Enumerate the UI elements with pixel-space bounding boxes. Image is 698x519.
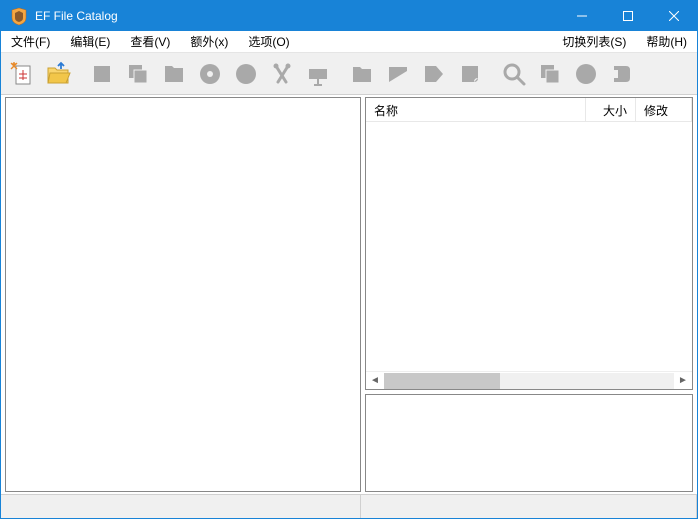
window-controls [559,1,697,31]
circle-button[interactable] [229,57,263,91]
list-header: 名称 大小 修改 [366,98,692,122]
scroll-track[interactable] [384,373,674,389]
copy-button[interactable] [121,57,155,91]
stop-button[interactable] [85,57,119,91]
menu-edit[interactable]: 编辑(E) [60,31,120,52]
properties-button[interactable] [533,57,567,91]
menu-options[interactable]: 选项(O) [238,31,299,52]
scroll-right-icon[interactable]: ► [674,372,692,390]
statusbar [1,494,697,518]
scroll-left-icon[interactable]: ◄ [366,372,384,390]
tree-pane[interactable] [5,97,361,492]
app-icon [9,6,29,26]
column-modified[interactable]: 修改 [636,98,692,121]
menu-switch-list[interactable]: 切换列表(S) [552,31,636,52]
note-button[interactable] [453,57,487,91]
new-catalog-button[interactable] [5,57,39,91]
scroll-thumb[interactable] [384,373,500,389]
catalog-button[interactable] [157,57,191,91]
list-pane[interactable]: 名称 大小 修改 ◄ ► [365,97,693,390]
detail-pane[interactable] [365,394,693,492]
right-column: 名称 大小 修改 ◄ ► [365,97,693,492]
horizontal-scrollbar[interactable]: ◄ ► [366,371,692,389]
menu-help[interactable]: 帮助(H) [636,31,697,52]
titlebar: EF File Catalog [1,1,697,31]
maximize-button[interactable] [605,1,651,31]
content-area: 名称 大小 修改 ◄ ► [1,95,697,494]
open-folder-button[interactable] [41,57,75,91]
tag-button[interactable] [417,57,451,91]
status-cell-2 [361,495,697,518]
minimize-button[interactable] [559,1,605,31]
label-button[interactable] [301,57,335,91]
search-button[interactable] [497,57,531,91]
filter-button[interactable] [381,57,415,91]
export-button[interactable] [605,57,639,91]
menubar: 文件(F) 编辑(E) 查看(V) 额外(x) 选项(O) 切换列表(S) 帮助… [1,31,697,53]
column-size[interactable]: 大小 [586,98,636,121]
status-cell-1 [1,495,361,518]
folder-button[interactable] [345,57,379,91]
close-button[interactable] [651,1,697,31]
window-title: EF File Catalog [35,9,559,23]
column-name[interactable]: 名称 [366,98,586,121]
record-button[interactable] [569,57,603,91]
tools-button[interactable] [265,57,299,91]
disc-button[interactable] [193,57,227,91]
toolbar [1,53,697,95]
menu-view[interactable]: 查看(V) [120,31,180,52]
list-body[interactable] [366,122,692,371]
menu-file[interactable]: 文件(F) [1,31,60,52]
menu-extras[interactable]: 额外(x) [180,31,238,52]
app-window: EF File Catalog 文件(F) 编辑(E) 查看(V) 额外(x) … [0,0,698,519]
